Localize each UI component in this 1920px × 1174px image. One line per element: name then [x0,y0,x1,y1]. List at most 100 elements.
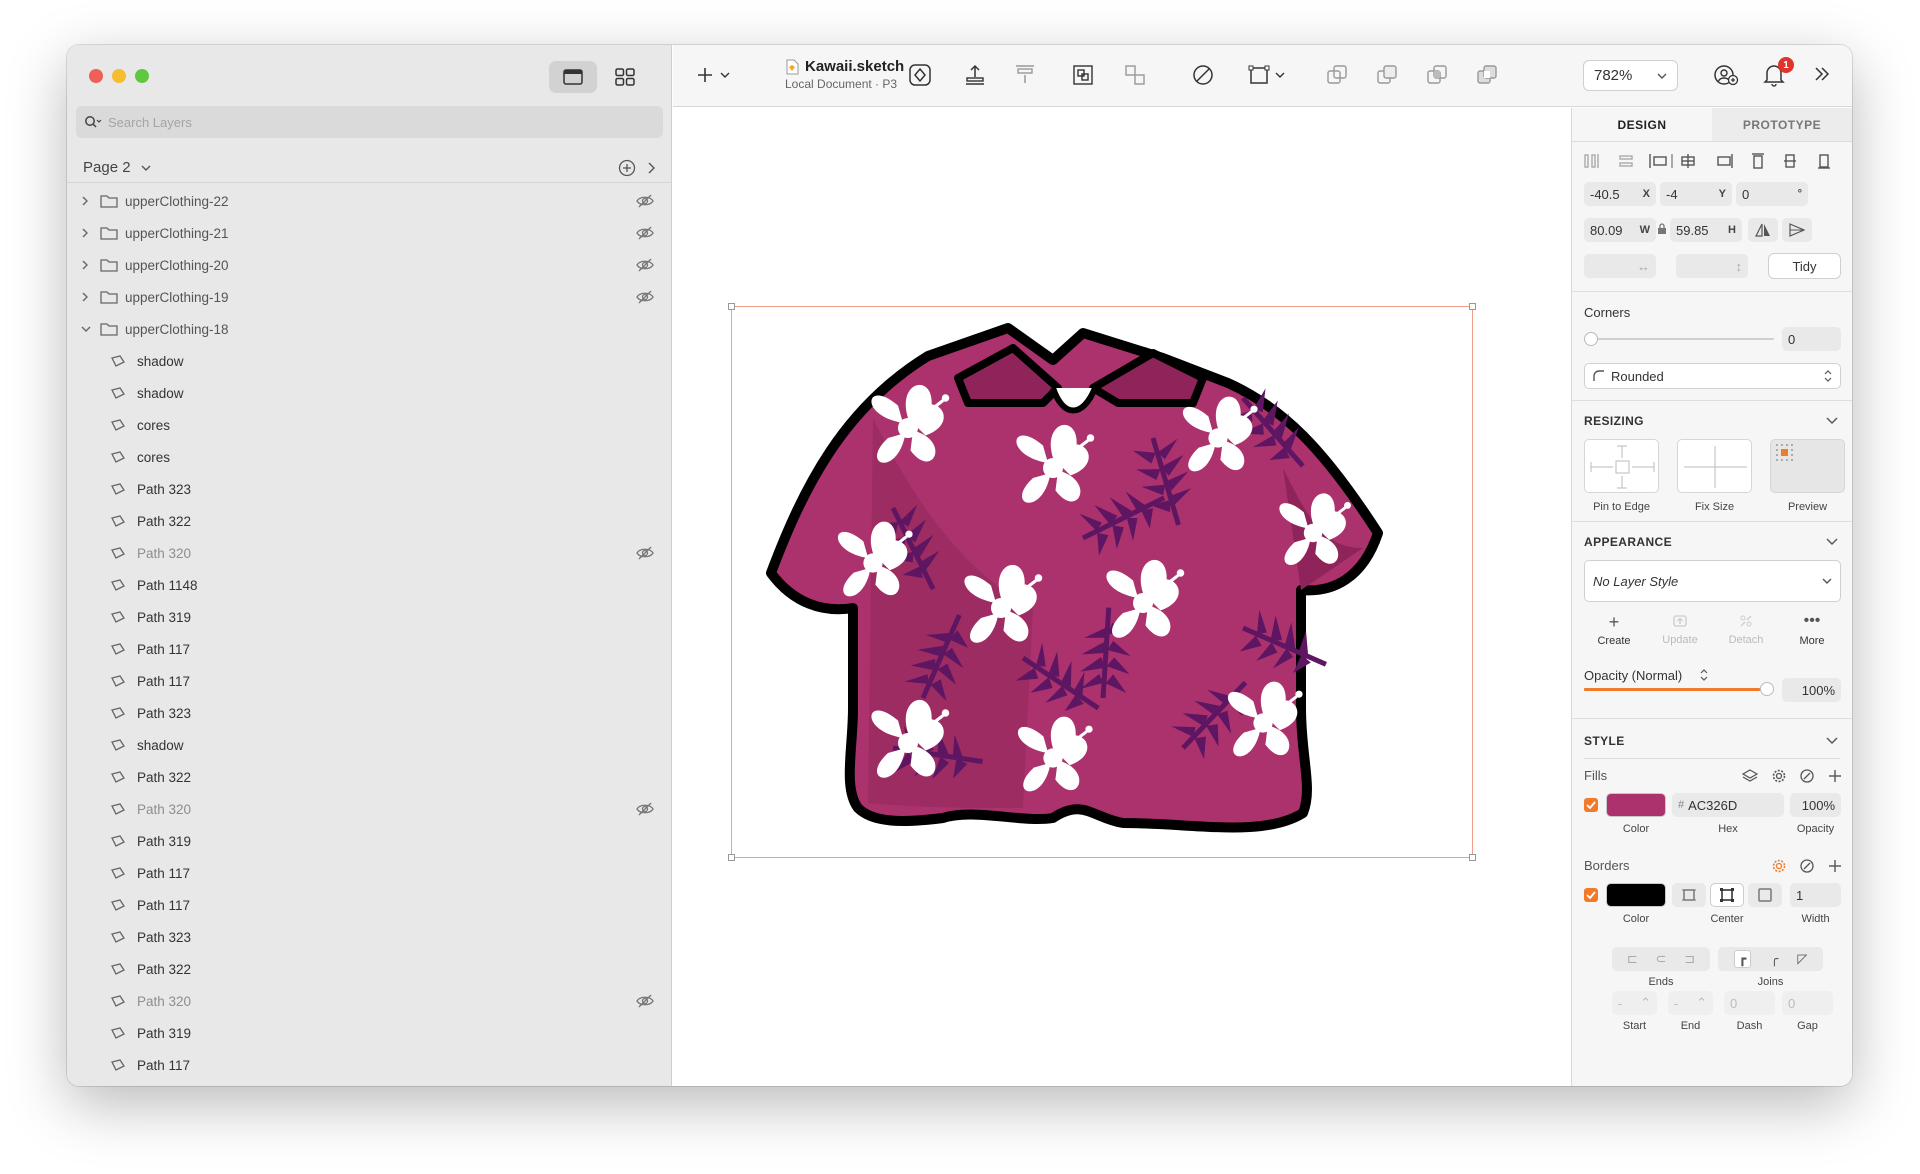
layer-row[interactable]: shadow [67,729,672,761]
insert-button[interactable] [697,65,731,85]
create-style-button[interactable]: + Create [1584,613,1644,647]
corners-field[interactable]: 0 [1782,327,1841,351]
spacing-horizontal-field[interactable]: ↔ [1584,254,1656,278]
zoom-window-button[interactable] [135,69,149,83]
layer-group-row[interactable]: upperClothing-22 [67,185,672,217]
border-position-outside[interactable] [1748,883,1782,907]
hidden-eye-icon[interactable] [636,994,654,1008]
create-symbol-button[interactable] [908,63,932,87]
minimize-window-button[interactable] [112,69,126,83]
start-arrow-select[interactable]: - ⌃ [1612,991,1657,1015]
layer-style-select[interactable]: No Layer Style [1584,560,1841,602]
layer-row[interactable]: Path 117 [67,665,672,697]
spacing-vertical-field[interactable]: ↕ [1676,254,1748,278]
round-cap-icon[interactable]: ⊂ [1656,951,1667,967]
layer-row[interactable]: Path 322 [67,505,672,537]
layer-row[interactable]: Path 117 [67,857,672,889]
hidden-eye-icon[interactable] [636,290,654,304]
bevel-join-icon[interactable]: ◸ [1797,951,1807,967]
chevron-right-icon[interactable] [81,260,93,270]
search-input[interactable] [108,114,508,130]
layer-row[interactable]: Path 320 [67,537,672,569]
end-arrow-select[interactable]: - ⌃ [1668,991,1713,1015]
opacity-slider[interactable] [1584,682,1774,696]
chevron-right-icon[interactable] [646,162,656,174]
canvas[interactable] [673,108,1578,1086]
line-joins-group[interactable]: ┏ ╭ ◸ [1718,947,1823,971]
fill-color-swatch[interactable] [1606,793,1666,817]
edit-path-button[interactable] [1191,63,1215,87]
layer-row[interactable]: Path 319 [67,601,672,633]
layer-row[interactable]: Path 1148 [67,569,672,601]
flip-vertical-button[interactable] [1782,218,1812,242]
gap-field[interactable]: 0 [1782,991,1833,1015]
alignment-toolbar[interactable] [1584,152,1840,170]
tab-prototype[interactable]: PROTOTYPE [1712,108,1852,141]
selection-box[interactable] [728,303,1476,861]
opacity-slider-knob[interactable] [1760,682,1774,696]
layer-row[interactable]: Path 319 [67,825,672,857]
layer-row[interactable]: Path 319 [67,1017,672,1049]
round-join-icon[interactable]: ╭ [1770,951,1778,967]
fill-hex-field[interactable]: # AC326D [1672,793,1784,817]
zoom-select[interactable]: 782% [1583,60,1678,91]
hidden-eye-icon[interactable] [636,226,654,240]
tidy-button[interactable]: Tidy [1768,253,1841,279]
chevron-down-icon[interactable] [1826,538,1838,546]
group-button[interactable] [1071,63,1095,87]
add-fill-icon[interactable] [1828,769,1842,783]
border-position-center[interactable] [1710,883,1744,907]
gear-icon[interactable] [1772,769,1786,783]
rotation-field[interactable]: 0 ° [1736,182,1808,206]
export-button[interactable] [963,63,987,87]
chevron-right-icon[interactable] [81,228,93,238]
layer-row[interactable]: cores [67,441,672,473]
layer-row[interactable]: Path 320 [67,793,672,825]
layer-row[interactable]: Path 322 [67,761,672,793]
add-page-icon[interactable] [618,159,636,177]
hidden-eye-icon[interactable] [636,802,654,816]
y-field[interactable]: -4 Y [1660,182,1732,206]
notifications-button[interactable]: 1 [1763,57,1794,87]
hidden-eye-icon[interactable] [636,546,654,560]
chevron-right-icon[interactable] [81,292,93,302]
ungroup-button[interactable] [1123,63,1147,87]
lock-icon[interactable] [1657,223,1667,235]
layer-row[interactable]: cores [67,409,672,441]
close-window-button[interactable] [89,69,103,83]
document-title[interactable]: Kawaii.sketch Local Document · P3 [785,58,904,91]
difference-button[interactable] [1475,63,1499,87]
opacity-field[interactable]: 100% [1782,678,1841,702]
layer-row[interactable]: Path 323 [67,473,672,505]
detach-style-button[interactable]: Detach [1716,613,1776,646]
fill-opacity-field[interactable]: 100% [1790,793,1841,817]
layer-row[interactable]: Path 320 [67,985,672,1017]
pin-to-edge-control[interactable] [1584,439,1659,493]
add-border-icon[interactable] [1828,859,1842,873]
corners-slider[interactable] [1584,332,1774,346]
resize-handle-bottom-left[interactable] [728,854,735,861]
x-field[interactable]: -40.5 X [1584,182,1656,206]
blend-mode-icon[interactable] [1800,859,1814,873]
layer-row[interactable]: Path 117 [67,633,672,665]
flip-horizontal-button[interactable] [1748,218,1778,242]
gear-icon[interactable] [1772,859,1786,873]
components-view-button[interactable] [601,61,649,93]
layer-list-view-button[interactable] [549,61,597,93]
update-style-button[interactable]: Update [1650,613,1710,646]
chevron-down-icon[interactable] [1826,737,1838,745]
chevron-down-icon[interactable] [1826,417,1838,425]
butt-cap-icon[interactable]: ⊏ [1627,951,1638,967]
style-layers-icon[interactable] [1742,769,1758,783]
align-button[interactable] [1013,63,1037,87]
share-button[interactable] [1713,63,1739,87]
hidden-eye-icon[interactable] [636,258,654,272]
layer-row[interactable]: shadow [67,377,672,409]
border-enabled-checkbox[interactable] [1584,888,1598,902]
layer-row[interactable]: Path 322 [67,953,672,985]
page-selector[interactable]: Page 2 [67,153,672,183]
border-width-field[interactable]: 1 [1790,883,1841,907]
blend-mode-icon[interactable] [1800,769,1814,783]
layer-group-row[interactable]: upperClothing-20 [67,249,672,281]
miter-join-icon[interactable]: ┏ [1733,950,1752,968]
